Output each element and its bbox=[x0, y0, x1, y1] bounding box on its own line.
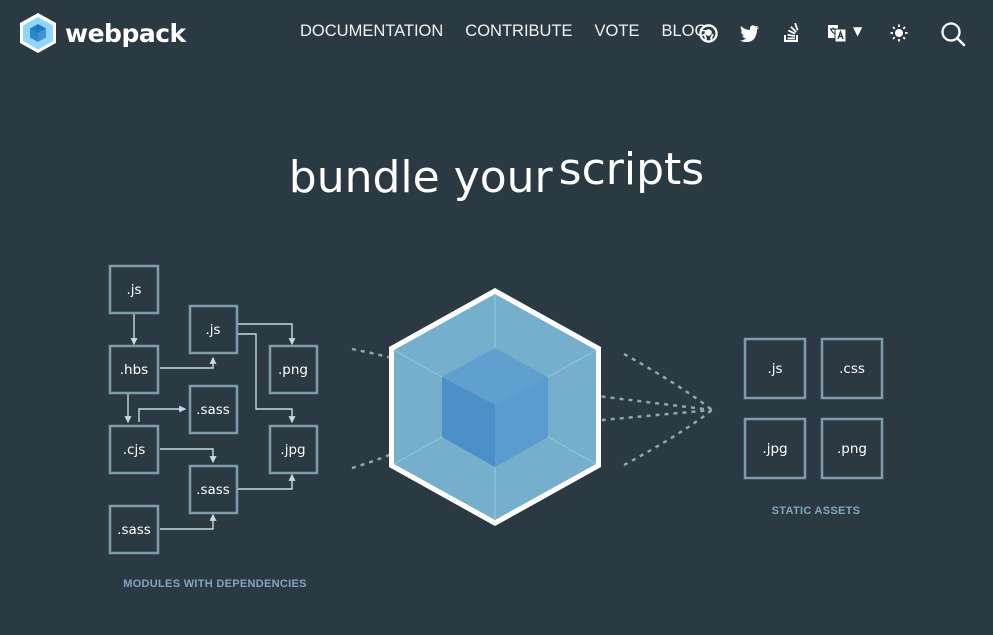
asset-box: .png bbox=[820, 417, 884, 480]
module-label: .jpg bbox=[280, 442, 305, 458]
module-label: .js bbox=[205, 322, 220, 338]
github-icon[interactable] bbox=[697, 22, 719, 44]
module-label: .cjs bbox=[123, 442, 146, 458]
twitter-icon[interactable] bbox=[739, 22, 761, 44]
webpack-cube-icon bbox=[389, 288, 601, 526]
assets-caption: STATIC ASSETS bbox=[772, 505, 861, 517]
brand-link[interactable]: webpack bbox=[19, 12, 186, 54]
hero-heading-prefix: bundle your bbox=[288, 152, 553, 203]
module-label: .js bbox=[126, 282, 141, 298]
module-box: .js bbox=[108, 264, 160, 315]
asset-box: .js bbox=[743, 337, 807, 400]
module-box: .jpg bbox=[268, 424, 319, 475]
chevron-down-icon[interactable]: ▼ bbox=[853, 24, 862, 38]
nav-vote[interactable]: VOTE bbox=[595, 22, 640, 41]
module-label: .hbs bbox=[120, 362, 148, 378]
modules-caption: MODULES WITH DEPENDENCIES bbox=[123, 578, 307, 590]
search-icon[interactable] bbox=[939, 20, 967, 48]
asset-label: .jpg bbox=[762, 441, 787, 457]
module-label: .sass bbox=[117, 522, 151, 538]
module-box: .hbs bbox=[108, 344, 160, 395]
module-box: .js bbox=[188, 304, 239, 355]
brand-name: webpack bbox=[65, 18, 186, 48]
nav-contribute[interactable]: CONTRIBUTE bbox=[465, 22, 572, 41]
module-box: .sass bbox=[108, 504, 160, 555]
hero-heading: bundle your scripts bbox=[0, 144, 993, 203]
module-box: .png bbox=[268, 344, 319, 395]
nav-documentation[interactable]: DOCUMENTATION bbox=[300, 22, 443, 41]
hero-heading-rotating-word: scripts bbox=[558, 144, 705, 195]
bundle-diagram: .js .hbs .cjs .sass .js .sass .sass .png… bbox=[108, 264, 884, 590]
asset-label: .js bbox=[767, 361, 782, 377]
theme-toggle-icon[interactable] bbox=[888, 22, 910, 44]
module-label: .sass bbox=[196, 482, 230, 498]
stack-overflow-icon[interactable] bbox=[781, 22, 803, 44]
webpack-logo-icon bbox=[20, 13, 56, 53]
module-box: .sass bbox=[188, 464, 239, 515]
asset-box: .css bbox=[820, 337, 884, 400]
site-header: webpack DOCUMENTATION CONTRIBUTE VOTE BL… bbox=[0, 0, 993, 66]
module-label: .sass bbox=[196, 402, 230, 418]
asset-box: .jpg bbox=[743, 417, 807, 480]
module-box: .sass bbox=[188, 384, 239, 435]
language-icon[interactable] bbox=[826, 22, 848, 44]
main-nav: DOCUMENTATION CONTRIBUTE VOTE BLOG bbox=[300, 22, 729, 41]
module-box: .cjs bbox=[108, 424, 160, 475]
module-label: .png bbox=[278, 362, 308, 378]
asset-label: .css bbox=[839, 361, 865, 377]
asset-label: .png bbox=[837, 441, 867, 457]
